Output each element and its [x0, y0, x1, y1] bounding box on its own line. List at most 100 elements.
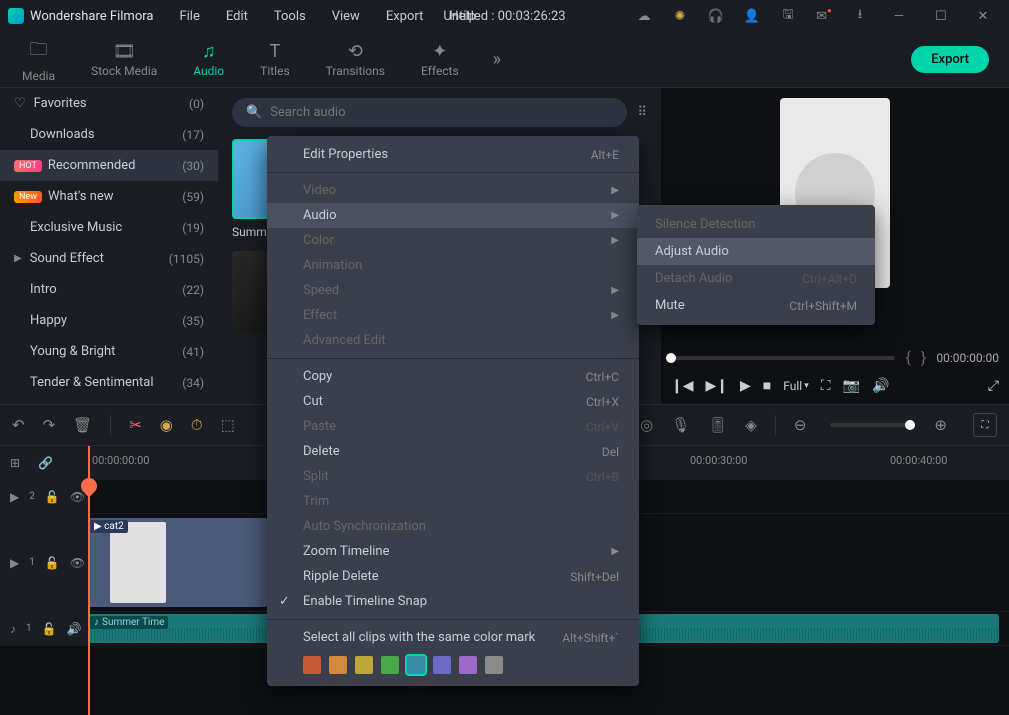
audio-track-icon: ♪ [10, 622, 16, 636]
app-name: Wondershare Filmora [30, 9, 153, 24]
color-swatch[interactable] [459, 656, 477, 674]
fullscreen-icon[interactable]: ⤢ [988, 378, 999, 394]
notification-icon[interactable]: ✉● [809, 1, 839, 31]
sidebar-item-intro[interactable]: Intro(22) [0, 274, 218, 305]
expand-tabs-icon[interactable]: » [493, 49, 501, 70]
color-swatch[interactable] [485, 656, 503, 674]
marker-icon[interactable]: ◈ [745, 416, 757, 434]
sidebar-item-exclusive[interactable]: Exclusive Music(19) [0, 212, 218, 243]
volume-icon[interactable]: 🔊 [872, 378, 889, 394]
color-swatch[interactable] [433, 656, 451, 674]
ctx-edit-properties[interactable]: Edit PropertiesAlt+E [267, 142, 639, 167]
ctx-effect: Effect▶ [267, 303, 639, 328]
color-swatch-row [267, 650, 639, 680]
crop-icon[interactable]: ⬚ [221, 416, 235, 434]
ctx-select-color[interactable]: Select all clips with the same color mar… [267, 625, 639, 650]
split-icon[interactable]: ✂ [129, 416, 142, 434]
menu-edit[interactable]: Edit [216, 5, 258, 28]
snapshot-icon[interactable]: 📷 [843, 378, 860, 394]
redo-icon[interactable]: ↷ [43, 416, 56, 434]
download-icon[interactable]: ⭳ [845, 1, 875, 31]
search-input[interactable] [270, 105, 613, 120]
color-swatch[interactable] [329, 656, 347, 674]
color-swatch[interactable] [407, 656, 425, 674]
support-icon[interactable]: 🎧 [701, 1, 731, 31]
account-icon[interactable]: 👤 [737, 1, 767, 31]
minimize-button[interactable]: — [881, 1, 917, 31]
sidebar-item-recommended[interactable]: HOTRecommended(30) [0, 150, 218, 181]
link-icon[interactable]: 🔗 [38, 456, 53, 470]
sidebar-item-young[interactable]: Young & Bright(41) [0, 336, 218, 367]
ctx-delete[interactable]: DeleteDel [267, 439, 639, 464]
export-button[interactable]: Export [911, 46, 989, 73]
eye-icon[interactable]: 👁 [70, 556, 85, 570]
sidebar-item-whats-new[interactable]: NewWhat's new(59) [0, 181, 218, 212]
lock-icon[interactable]: 🔓 [45, 556, 60, 570]
sidebar-item-sound-effect[interactable]: ▶Sound Effect(1105) [0, 243, 218, 274]
menu-view[interactable]: View [322, 5, 370, 28]
ctx-cut[interactable]: CutCtrl+X [267, 389, 639, 414]
ctx-ripple-delete[interactable]: Ripple DeleteShift+Del [267, 564, 639, 589]
color-swatch[interactable] [303, 656, 321, 674]
speed-ramp-icon[interactable]: ◉ [160, 416, 173, 434]
quality-dropdown[interactable]: Full ▾ [783, 379, 809, 393]
app-logo [8, 8, 24, 24]
save-icon[interactable]: 🖫 [773, 1, 803, 31]
color-swatch[interactable] [355, 656, 373, 674]
theme-icon[interactable]: ✺ [665, 1, 695, 31]
close-button[interactable]: ✕ [965, 1, 1001, 31]
track-manage-icon[interactable]: ⊞ [10, 456, 20, 470]
render-icon[interactable]: ◎ [640, 416, 653, 434]
tab-audio[interactable]: ♫Audio [179, 37, 238, 82]
ctx-audio[interactable]: Audio▶ [267, 203, 639, 228]
sidebar-item-downloads[interactable]: Downloads(17) [0, 119, 218, 150]
delete-icon[interactable]: 🗑 [73, 416, 92, 434]
ctx-timeline-snap[interactable]: ✓Enable Timeline Snap [267, 589, 639, 614]
speed-icon[interactable]: ⏱ [191, 416, 203, 434]
ctx-copy[interactable]: CopyCtrl+C [267, 364, 639, 389]
undo-icon[interactable]: ↶ [12, 416, 25, 434]
playhead[interactable] [88, 446, 90, 715]
tab-stock-media[interactable]: 🎞Stock Media [77, 37, 171, 82]
mark-out-icon[interactable]: } [921, 348, 926, 367]
zoom-in-icon[interactable]: ⊕ [934, 416, 947, 434]
menu-file[interactable]: File [169, 5, 209, 28]
lock-icon[interactable]: 🔓 [45, 490, 60, 504]
mixer-icon[interactable]: 🎚 [708, 416, 727, 434]
menu-export[interactable]: Export [376, 5, 434, 28]
sidebar-item-favorites[interactable]: ♡Favorites(0) [0, 88, 218, 119]
color-swatch[interactable] [381, 656, 399, 674]
play-button[interactable]: ▶ [740, 378, 751, 394]
display-icon[interactable]: ⛶ [821, 378, 831, 394]
mark-in-icon[interactable]: { [905, 348, 910, 367]
tab-transitions[interactable]: ⟲Transitions [312, 37, 399, 82]
voiceover-icon[interactable]: 🎙 [671, 416, 690, 434]
ruler-mark: 00:00:00:00 [92, 454, 149, 467]
stop-button[interactable]: ■ [763, 377, 771, 394]
ctx-zoom-timeline[interactable]: Zoom Timeline▶ [267, 539, 639, 564]
video-clip[interactable]: ▶ cat2 [88, 518, 268, 607]
preview-timecode: 00:00:00:00 [936, 351, 999, 365]
ruler-mark: 00:00:30:00 [690, 454, 747, 467]
tab-titles[interactable]: TTitles [246, 37, 303, 82]
maximize-button[interactable]: ☐ [923, 1, 959, 31]
sidebar-item-tender[interactable]: Tender & Sentimental(34) [0, 367, 218, 398]
grid-view-icon[interactable]: ⠿ [637, 105, 647, 120]
preview-progress[interactable] [671, 356, 895, 360]
speaker-icon[interactable]: 🔊 [67, 622, 82, 636]
play-pause-button[interactable]: ▶❙ [706, 378, 729, 394]
search-icon: 🔍 [246, 105, 262, 120]
zoom-out-icon[interactable]: ⊖ [794, 416, 807, 434]
fit-timeline-icon[interactable]: ⛶ [973, 413, 997, 437]
tab-effects[interactable]: ✦Effects [407, 37, 473, 82]
cloud-icon[interactable]: ☁ [629, 1, 659, 31]
prev-frame-button[interactable]: ❙◀ [671, 378, 694, 394]
menu-tools[interactable]: Tools [264, 5, 316, 28]
search-box[interactable]: 🔍 [232, 98, 627, 127]
lock-icon[interactable]: 🔓 [42, 622, 57, 636]
tab-media[interactable]: 🗀Media [8, 33, 69, 87]
sub-adjust-audio[interactable]: Adjust Audio [637, 238, 875, 265]
sidebar-item-happy[interactable]: Happy(35) [0, 305, 218, 336]
zoom-slider[interactable] [830, 423, 910, 427]
sub-mute[interactable]: MuteCtrl+Shift+M [637, 292, 875, 319]
